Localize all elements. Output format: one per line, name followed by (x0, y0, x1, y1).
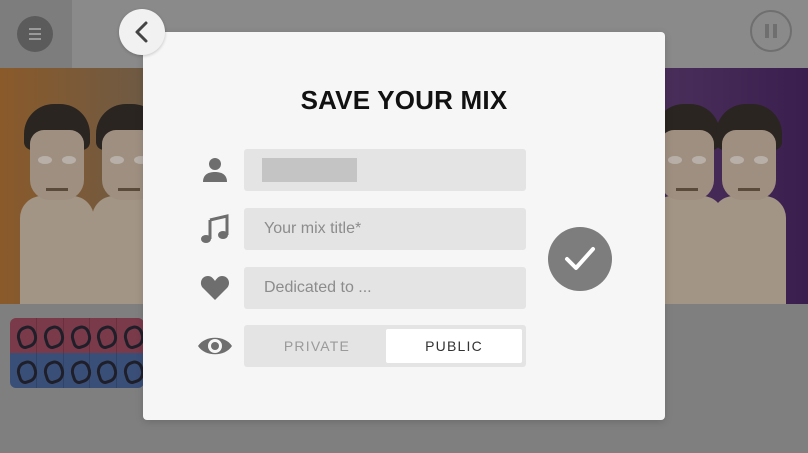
mix-title-input[interactable] (244, 208, 526, 250)
sound-icon[interactable] (37, 318, 64, 353)
visibility-toggle: PRIVATE PUBLIC (244, 325, 526, 367)
save-mix-dialog: SAVE YOUR MIX Your mix title* Dedicated … (143, 32, 665, 420)
sound-icon[interactable] (10, 353, 37, 388)
character-figure[interactable] (712, 104, 786, 304)
sound-icon[interactable] (37, 353, 64, 388)
sound-icon[interactable] (90, 353, 118, 388)
character-figure[interactable] (20, 104, 94, 304)
sound-icon[interactable] (117, 353, 144, 388)
sound-icon[interactable] (10, 318, 37, 353)
visibility-private-option[interactable]: PRIVATE (248, 329, 386, 363)
redacted-name-value (262, 158, 357, 182)
sound-icon[interactable] (117, 318, 144, 353)
user-icon (199, 154, 231, 186)
sound-icon[interactable] (64, 318, 91, 353)
pause-icon[interactable] (750, 10, 792, 52)
confirm-save-button[interactable] (548, 227, 612, 291)
visibility-public-option[interactable]: PUBLIC (386, 329, 522, 363)
sound-icon[interactable] (64, 353, 91, 388)
dedicated-to-input[interactable] (244, 267, 526, 309)
eye-icon (197, 330, 233, 362)
mix-title-field (244, 208, 526, 250)
dialog-title: SAVE YOUR MIX (300, 85, 508, 115)
name-field[interactable] (244, 149, 526, 191)
music-note-icon (199, 213, 231, 245)
heart-icon (199, 272, 231, 304)
sound-icon-tray (10, 318, 144, 388)
back-button[interactable] (119, 9, 165, 55)
chevron-left-icon (135, 21, 148, 43)
dedicated-to-field (244, 267, 526, 309)
hamburger-menu-icon[interactable] (17, 16, 53, 52)
sound-icon[interactable] (90, 318, 118, 353)
